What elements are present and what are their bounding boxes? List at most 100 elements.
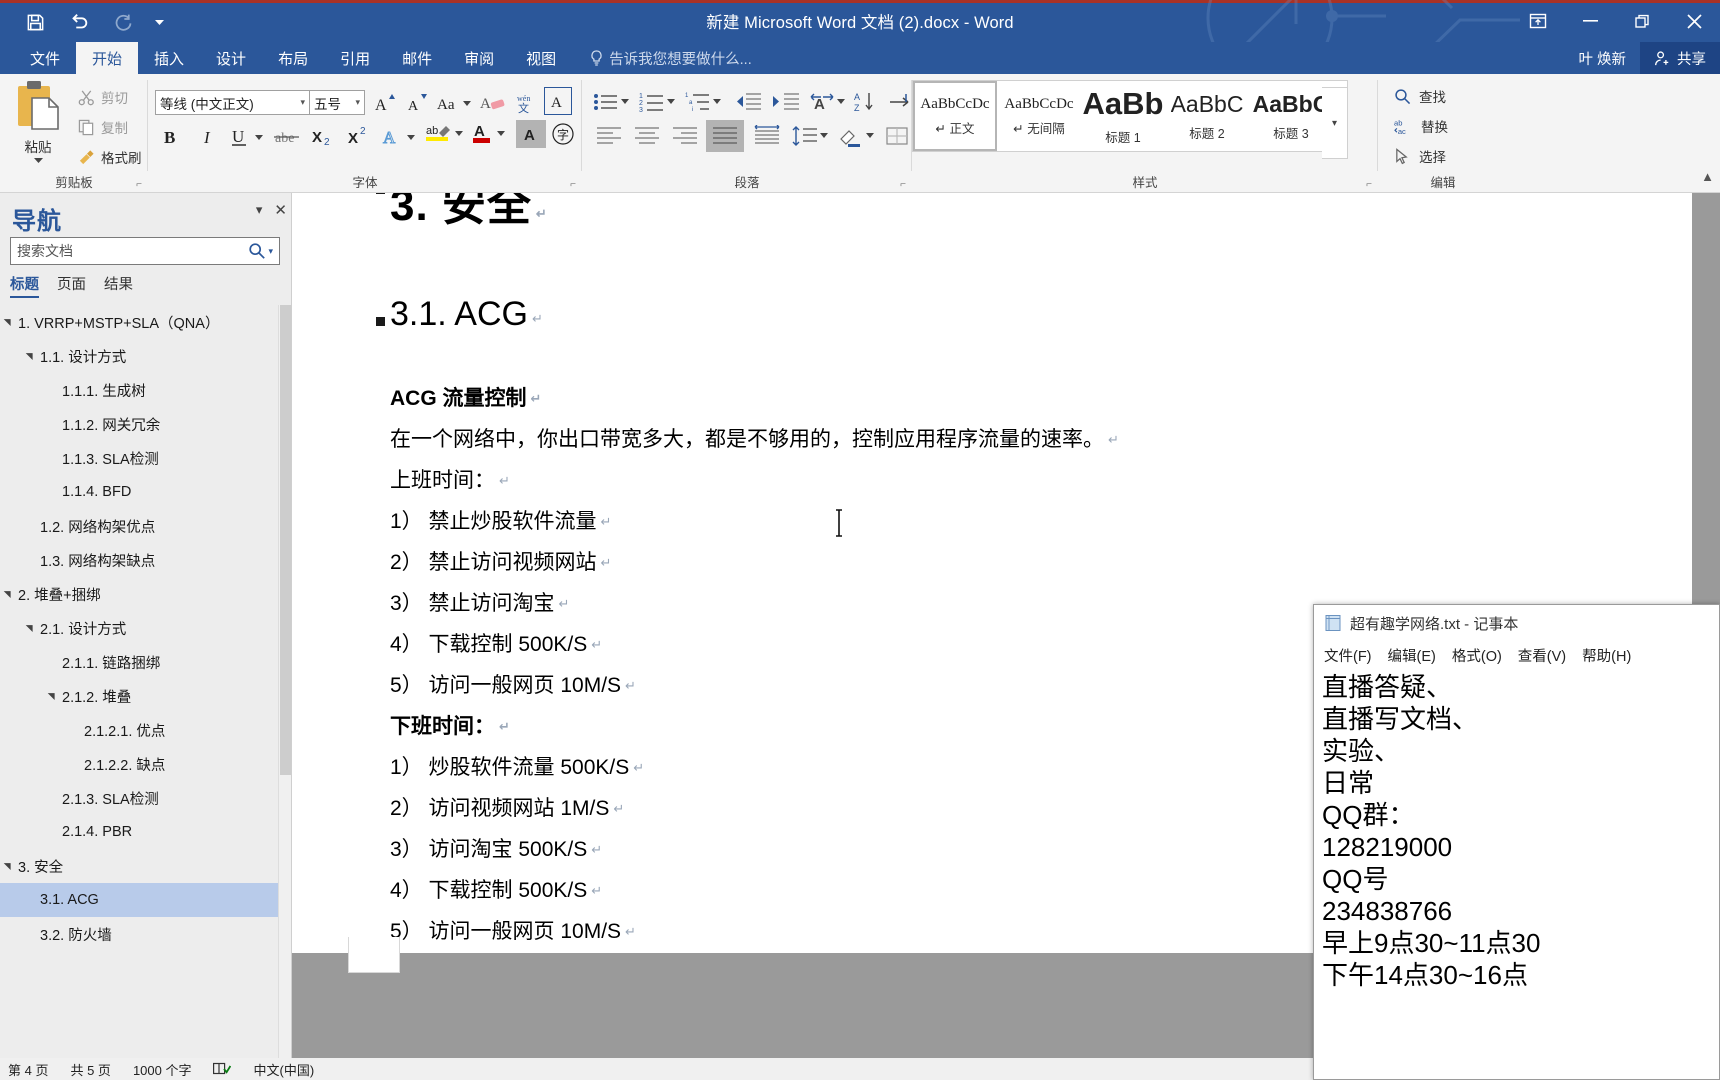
tab-design[interactable]: 设计	[200, 42, 262, 74]
collapse-triangle-icon[interactable]: ◢	[24, 621, 35, 635]
shrink-font-button[interactable]: A	[402, 89, 432, 116]
sort-button[interactable]: AZ	[852, 89, 882, 115]
collapse-triangle-icon[interactable]: ◢	[24, 349, 35, 363]
search-input[interactable]	[17, 243, 249, 259]
account-name[interactable]: 叶 焕新	[1564, 42, 1640, 74]
style-item-heading3[interactable]: AaBbC 标题 3	[1249, 81, 1333, 151]
east-asian-layout-button[interactable]: A	[808, 89, 848, 115]
share-button[interactable]: 共享	[1640, 42, 1720, 74]
navigation-options-chevron-down-icon[interactable]: ▾	[256, 202, 263, 218]
font-name-combobox[interactable]: 等线 (中文正文) ▾	[155, 90, 310, 115]
nav-heading-item[interactable]: 1.2. 网络构架优点	[0, 509, 291, 543]
phonetic-guide-button[interactable]: wén 文	[510, 89, 540, 116]
status-language[interactable]: 中文(中国)	[253, 1060, 314, 1079]
copy-button[interactable]: 复制	[74, 114, 132, 140]
notepad-menu-file[interactable]: 文件(F)	[1324, 645, 1372, 666]
nav-tab-pages[interactable]: 页面	[57, 273, 86, 298]
spellcheck-icon[interactable]	[213, 1062, 232, 1077]
tab-references[interactable]: 引用	[324, 42, 386, 74]
chevron-down-icon[interactable]: ▾	[300, 97, 305, 108]
increase-indent-button[interactable]	[770, 89, 802, 115]
search-document-box[interactable]: ▾	[10, 237, 280, 265]
tab-view[interactable]: 视图	[510, 42, 572, 74]
nav-tab-results[interactable]: 结果	[104, 273, 133, 298]
navigation-scrollbar-thumb[interactable]	[280, 305, 291, 775]
search-icon[interactable]: ▾	[248, 242, 273, 260]
align-right-button[interactable]	[668, 122, 702, 150]
nav-heading-item[interactable]: 1.3. 网络构架缺点	[0, 543, 291, 577]
notepad-menu-format[interactable]: 格式(O)	[1452, 645, 1502, 666]
multilevel-list-button[interactable]: 1ai	[684, 89, 726, 115]
nav-heading-item[interactable]: 2.1.3. SLA检测	[0, 781, 291, 815]
nav-heading-item[interactable]: 3.2. 防火墙	[0, 917, 291, 951]
nav-heading-item[interactable]: 2.1.1. 链路捆绑	[0, 645, 291, 679]
nav-heading-item[interactable]: ◢ 2. 堆叠+捆绑	[0, 577, 291, 611]
navigation-close-icon[interactable]: ✕	[274, 201, 287, 219]
italic-button[interactable]: I	[193, 122, 223, 149]
chevron-down-icon[interactable]: ▾	[355, 97, 360, 108]
navigation-heading-list[interactable]: ◢ 1. VRRP+MSTP+SLA（QNA） ◢ 1.1. 设计方式 1.1.1. 生…	[0, 305, 291, 1058]
styles-dialog-launcher[interactable]: ⌐	[1366, 179, 1372, 190]
underline-button[interactable]: U	[228, 122, 268, 149]
tab-insert[interactable]: 插入	[138, 42, 200, 74]
shading-button[interactable]	[836, 122, 878, 150]
change-case-button[interactable]: Aa	[434, 89, 476, 116]
paste-chevron-down-icon[interactable]	[33, 157, 44, 164]
status-page-number[interactable]: 第 4 页	[8, 1060, 48, 1079]
nav-heading-item[interactable]: ◢ 2.1.2. 堆叠	[0, 679, 291, 713]
justify-button[interactable]	[706, 120, 744, 152]
tab-review[interactable]: 审阅	[448, 42, 510, 74]
font-size-combobox[interactable]: 五号 ▾	[309, 90, 365, 115]
style-item-heading1[interactable]: AaBb 标题 1	[1081, 81, 1165, 151]
style-item-heading2[interactable]: AaBbC 标题 2	[1165, 81, 1249, 151]
grow-font-button[interactable]: A	[370, 89, 400, 116]
notepad-window[interactable]: 超有趣学网络.txt - 记事本 文件(F) 编辑(E) 格式(O) 查看(V)…	[1313, 604, 1720, 1080]
minimize-icon[interactable]	[1564, 0, 1616, 42]
bold-button[interactable]: B	[156, 122, 186, 149]
subscript-button[interactable]: X2	[308, 122, 338, 149]
align-left-button[interactable]	[592, 122, 626, 150]
clipboard-dialog-launcher[interactable]: ⌐	[136, 179, 142, 190]
styles-more-chevron-down-icon[interactable]: ▾	[1322, 87, 1348, 159]
collapse-triangle-icon[interactable]: ◢	[2, 859, 13, 873]
nav-heading-item[interactable]: 2.1.2.1. 优点	[0, 713, 291, 747]
paste-button[interactable]: 粘贴	[10, 78, 66, 166]
collapse-triangle-icon[interactable]: ◢	[2, 587, 13, 601]
nav-heading-item[interactable]: 2.1.4. PBR	[0, 815, 291, 849]
notepad-text-area[interactable]: 直播答疑、 直播写文档、 实验、 日常 QQ群： 128219000 QQ号 2…	[1314, 669, 1719, 1079]
status-total-pages[interactable]: 共 5 页	[70, 1060, 110, 1079]
tab-layout[interactable]: 布局	[262, 42, 324, 74]
superscript-button[interactable]: X2	[344, 122, 374, 149]
select-button[interactable]: 选择	[1388, 142, 1452, 170]
nav-tab-headings[interactable]: 标题	[10, 273, 39, 298]
tab-home[interactable]: 开始	[76, 42, 139, 74]
collapse-triangle-icon[interactable]: ◢	[2, 315, 13, 329]
replace-button[interactable]: ab ac 替换	[1388, 112, 1454, 140]
tell-me-box[interactable]: 告诉我您想要做什么...	[582, 42, 760, 74]
notepad-menu-view[interactable]: 查看(V)	[1518, 645, 1566, 666]
find-button[interactable]: 查找	[1388, 82, 1452, 110]
format-painter-button[interactable]: 格式刷	[74, 144, 146, 170]
collapse-triangle-icon[interactable]: ◢	[46, 689, 57, 703]
numbering-button[interactable]: 123	[638, 89, 680, 115]
enclose-characters-button[interactable]: 字	[548, 120, 578, 147]
tab-mailings[interactable]: 邮件	[386, 42, 448, 74]
text-effects-button[interactable]: A	[380, 122, 420, 149]
clear-formatting-button[interactable]: A	[478, 89, 508, 116]
decrease-indent-button[interactable]	[732, 89, 764, 115]
nav-heading-item[interactable]: 3.1. ACG	[0, 883, 291, 917]
strikethrough-button[interactable]: abe	[272, 122, 302, 149]
cut-button[interactable]: 剪切	[74, 84, 132, 110]
restore-icon[interactable]	[1616, 0, 1668, 42]
line-spacing-button[interactable]	[790, 122, 832, 150]
nav-heading-item[interactable]: ◢ 2.1. 设计方式	[0, 611, 291, 645]
align-center-button[interactable]	[630, 122, 664, 150]
nav-heading-item[interactable]: ◢ 1. VRRP+MSTP+SLA（QNA）	[0, 305, 291, 339]
notepad-menu-edit[interactable]: 编辑(E)	[1388, 645, 1436, 666]
font-color-button[interactable]: A	[470, 120, 512, 147]
nav-heading-item[interactable]: ◢ 1.1. 设计方式	[0, 339, 291, 373]
bullets-button[interactable]	[592, 89, 634, 115]
nav-heading-item[interactable]: 1.1.2. 网关冗余	[0, 407, 291, 441]
ribbon-display-options-icon[interactable]	[1512, 0, 1564, 42]
collapse-ribbon-icon[interactable]: ▲	[1701, 169, 1714, 184]
